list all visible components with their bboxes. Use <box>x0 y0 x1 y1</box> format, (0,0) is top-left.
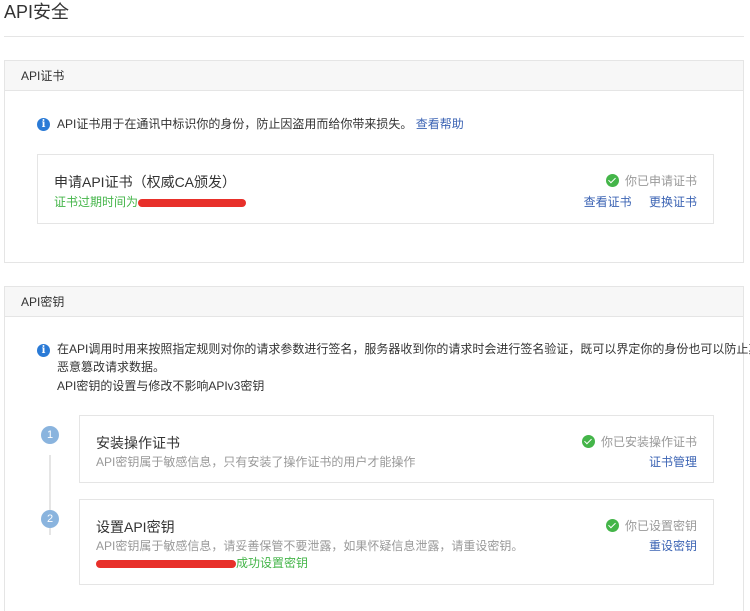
set-key-title: 设置API密钥 <box>96 519 175 535</box>
cert-expiry-label: 证书过期时间为 <box>54 195 139 209</box>
reset-key-link[interactable]: 重设密钥 <box>649 539 697 553</box>
cert-manage-link[interactable]: 证书管理 <box>649 455 697 469</box>
redacted-expiry <box>138 198 247 207</box>
page-title: API安全 <box>4 2 70 22</box>
set-key-success: 成功设置密钥 <box>96 554 308 571</box>
check-circle-icon <box>605 174 619 187</box>
install-cert-desc: API密钥属于敏感信息，只有安装了操作证书的用户才能操作 <box>96 455 416 469</box>
api-cert-panel: API证书 i API证书用于在通讯中标识你的身份，防止因盗用而给你带来损失。 … <box>4 60 744 263</box>
apply-cert-title: 申请API证书（权威CA颁发） <box>54 174 237 190</box>
api-key-info-line2: 恶意篡改请求数据。 <box>57 360 166 374</box>
set-key-actions: 重设密钥 <box>649 537 697 554</box>
install-cert-status: 你已安装操作证书 <box>581 433 697 450</box>
check-circle-icon <box>605 519 619 532</box>
api-key-info-line1: 在API调用时用来按照指定规则对你的请求参数进行签名，服务器收到你的请求时会进行… <box>57 342 750 356</box>
apply-cert-card: 申请API证书（权威CA颁发） 证书过期时间为 你已申请证书 查看证书 更换证书 <box>37 154 714 224</box>
set-key-status-text: 你已设置密钥 <box>624 519 697 533</box>
info-icon: i <box>37 118 50 131</box>
api-cert-info-text: API证书用于在通讯中标识你的身份，防止因盗用而给你带来损失。 <box>57 117 413 131</box>
set-key-desc: API密钥属于敏感信息，请妥善保管不要泄露，如果怀疑信息泄露，请重设密钥。 <box>96 539 524 553</box>
step-1-number: 1 <box>41 426 59 444</box>
check-circle-icon <box>581 435 595 448</box>
api-cert-header: API证书 <box>5 61 743 91</box>
cert-status-text: 你已申请证书 <box>624 174 697 188</box>
cert-expiry: 证书过期时间为 <box>54 193 247 210</box>
install-cert-title: 安装操作证书 <box>96 435 180 451</box>
api-key-panel: API密钥 i 在API调用时用来按照指定规则对你的请求参数进行签名，服务器收到… <box>4 286 750 611</box>
install-cert-actions: 证书管理 <box>649 453 697 470</box>
view-cert-link[interactable]: 查看证书 <box>584 195 632 209</box>
title-divider <box>4 36 744 37</box>
api-key-info-line3: API密钥的设置与修改不影响APIv3密钥 <box>57 379 265 393</box>
cert-actions: 查看证书 更换证书 <box>584 193 697 210</box>
help-link[interactable]: 查看帮助 <box>416 117 464 131</box>
set-key-card: 设置API密钥 API密钥属于敏感信息，请妥善保管不要泄露，如果怀疑信息泄露，请… <box>79 499 714 585</box>
info-icon: i <box>37 344 50 357</box>
api-cert-info: API证书用于在通讯中标识你的身份，防止因盗用而给你带来损失。 查看帮助 <box>57 115 464 133</box>
install-cert-status-text: 你已安装操作证书 <box>600 435 697 449</box>
cert-status: 你已申请证书 <box>605 172 697 189</box>
replace-cert-link[interactable]: 更换证书 <box>649 195 697 209</box>
set-key-status: 你已设置密钥 <box>605 517 697 534</box>
install-cert-card: 安装操作证书 API密钥属于敏感信息，只有安装了操作证书的用户才能操作 你已安装… <box>79 415 714 483</box>
set-key-success-text: 成功设置密钥 <box>236 556 309 570</box>
api-key-header: API密钥 <box>5 287 743 317</box>
redacted-key-info <box>96 559 236 568</box>
step-2-number: 2 <box>41 510 59 528</box>
